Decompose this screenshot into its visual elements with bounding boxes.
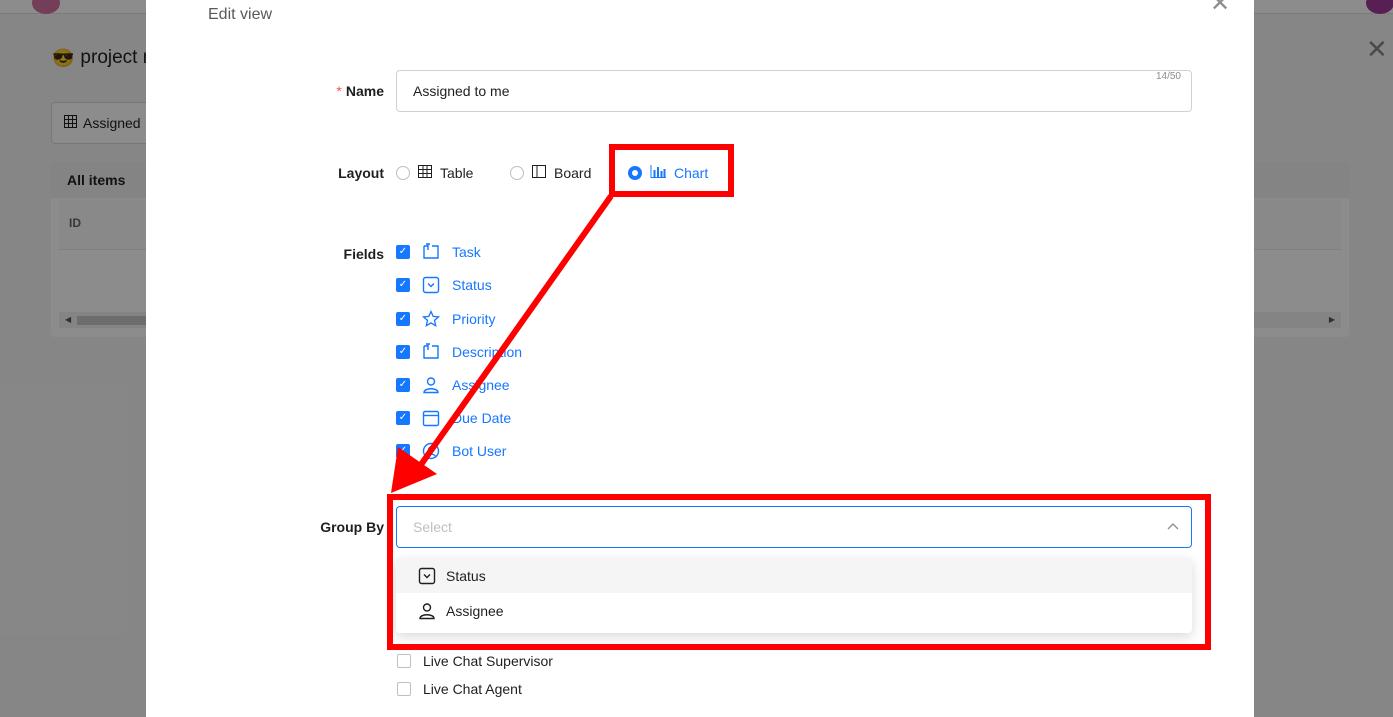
highlight-box-group-by xyxy=(387,494,1211,650)
text-field-icon xyxy=(422,243,440,261)
text-field-icon xyxy=(422,343,440,361)
checkbox-checked[interactable]: ✓ xyxy=(396,345,410,359)
field-label: Bot User xyxy=(452,443,507,459)
name-input[interactable]: Assigned to me 14/50 xyxy=(396,70,1192,112)
checkbox-checked[interactable]: ✓ xyxy=(396,278,410,292)
field-label: Assignee xyxy=(452,377,510,393)
table-icon xyxy=(418,165,432,181)
checkbox-checked[interactable]: ✓ xyxy=(396,245,410,259)
person-icon xyxy=(422,376,440,394)
role-label: Live Chat Agent xyxy=(423,681,522,697)
field-item-task[interactable]: ✓ Task xyxy=(396,243,481,261)
field-item-priority[interactable]: ✓ Priority xyxy=(396,310,496,328)
calendar-icon xyxy=(422,409,440,427)
checkbox-unchecked[interactable] xyxy=(397,654,411,668)
bot-user-icon xyxy=(422,442,440,460)
checkbox-checked[interactable]: ✓ xyxy=(396,444,410,458)
checkbox-unchecked[interactable] xyxy=(397,682,411,696)
radio-button[interactable] xyxy=(510,166,524,180)
group-by-label: Group By xyxy=(320,519,384,535)
field-item-bot-user[interactable]: ✓ Bot User xyxy=(396,442,506,460)
name-label-text: Name xyxy=(345,83,384,99)
role-item-live-chat-supervisor[interactable]: Live Chat Supervisor xyxy=(397,653,553,669)
star-icon xyxy=(422,310,440,328)
checkbox-checked[interactable]: ✓ xyxy=(396,411,410,425)
layout-option-board[interactable]: Board xyxy=(510,165,591,181)
field-item-description[interactable]: ✓ Description xyxy=(396,343,522,361)
field-item-assignee[interactable]: ✓ Assignee xyxy=(396,376,510,394)
field-item-status[interactable]: ✓ Status xyxy=(396,276,492,294)
layout-option-label: Board xyxy=(554,165,592,181)
layout-option-table[interactable]: Table xyxy=(396,165,473,181)
required-mark: * xyxy=(336,83,342,99)
field-label: Task xyxy=(452,244,481,260)
checkbox-checked[interactable]: ✓ xyxy=(396,378,410,392)
role-item-live-chat-agent[interactable]: Live Chat Agent xyxy=(397,681,522,697)
field-label: Priority xyxy=(452,311,496,327)
dropdown-field-icon xyxy=(422,276,440,294)
board-icon xyxy=(532,165,546,181)
fields-label: Fields xyxy=(343,246,384,262)
field-item-due-date[interactable]: ✓ Due Date xyxy=(396,409,511,427)
modal-title: Edit view xyxy=(208,6,273,23)
layout-option-label: Table xyxy=(440,165,474,181)
field-label: Description xyxy=(452,344,523,360)
checkbox-checked[interactable]: ✓ xyxy=(396,312,410,326)
highlight-box-chart-option xyxy=(609,144,734,197)
radio-button[interactable] xyxy=(396,166,410,180)
role-label: Live Chat Supervisor xyxy=(423,653,553,669)
name-label: * Name xyxy=(296,83,384,99)
layout-label: Layout xyxy=(338,165,384,181)
close-icon[interactable]: ✕ xyxy=(1210,0,1230,16)
field-label: Due Date xyxy=(452,410,512,426)
character-counter: 14/50 xyxy=(1155,71,1181,82)
field-label: Status xyxy=(452,277,492,293)
name-input-value: Assigned to me xyxy=(413,83,510,99)
